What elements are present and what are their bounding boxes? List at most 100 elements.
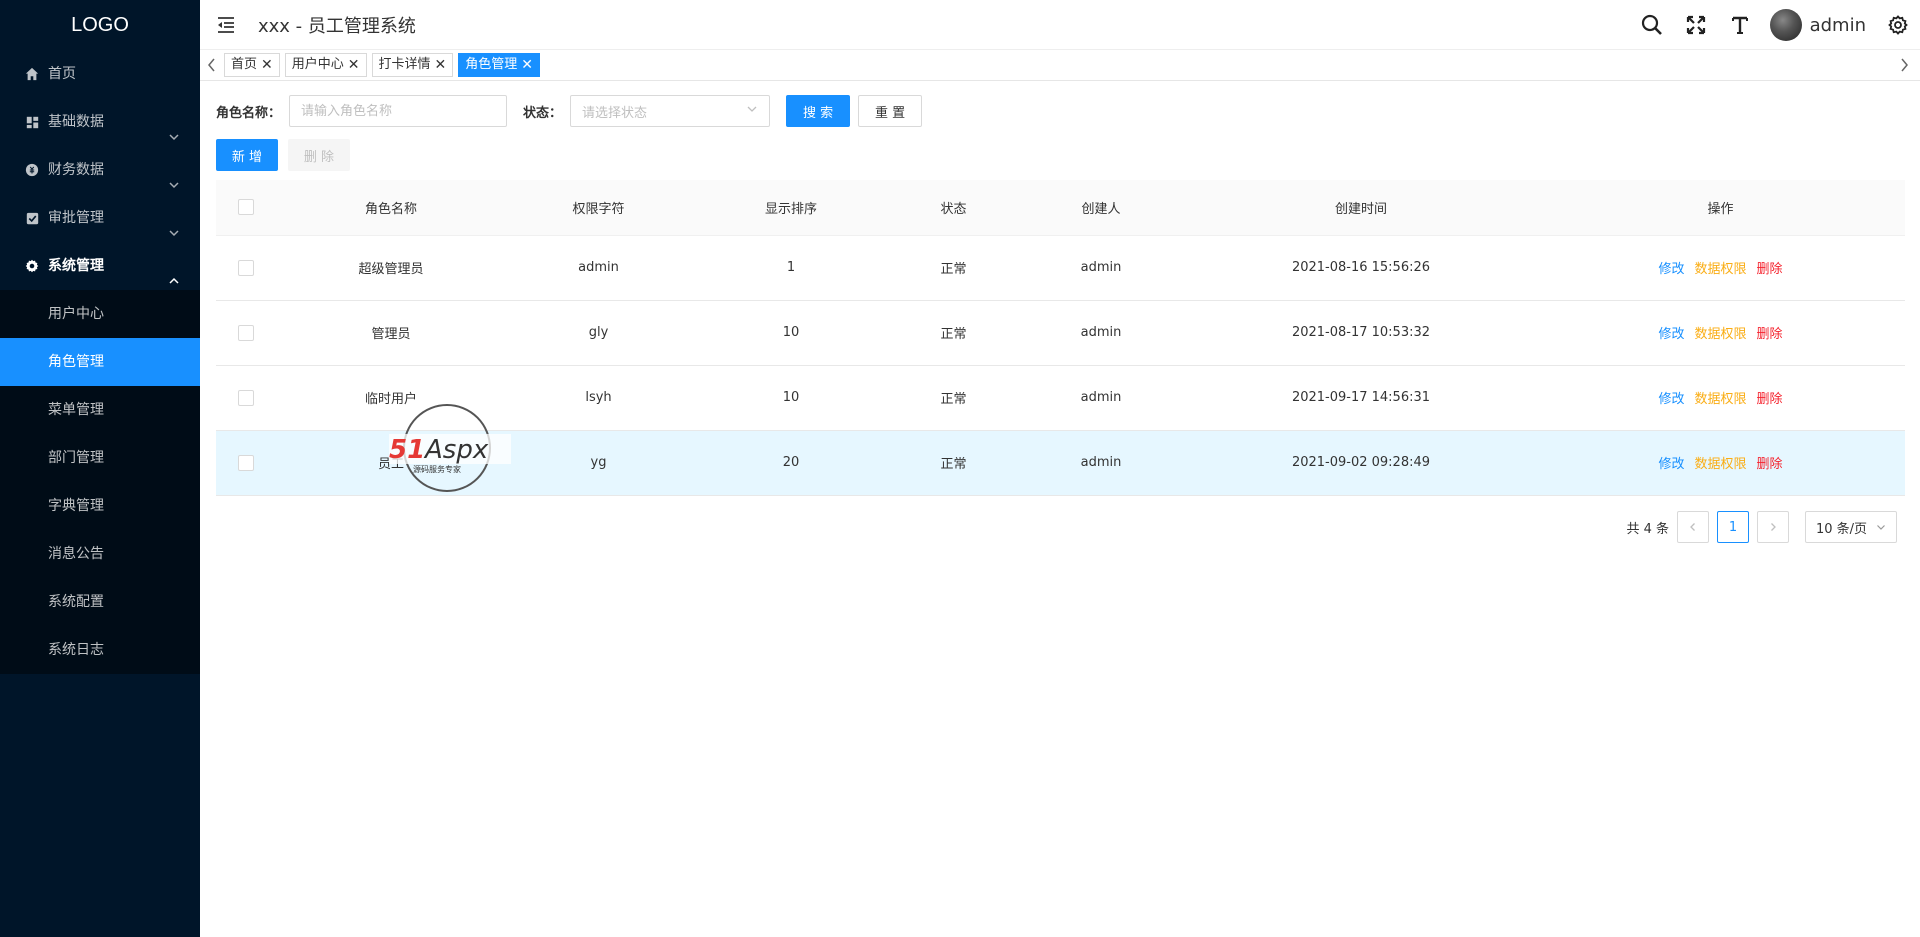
reset-button[interactable]: 重 置 (858, 95, 923, 127)
cell-status: 正常 (891, 235, 1016, 301)
close-icon[interactable]: ✕ (521, 58, 533, 72)
delete-link[interactable]: 删除 (1757, 262, 1783, 277)
select-all-checkbox[interactable] (238, 199, 254, 216)
data-permission-link[interactable]: 数据权限 (1694, 262, 1746, 277)
menu-fold-icon[interactable] (214, 13, 238, 37)
cell-created-time: 2021-09-02 09:28:49 (1186, 430, 1536, 496)
tag-label: 角色管理 (465, 57, 518, 72)
delete-button[interactable]: 删 除 (288, 139, 350, 171)
close-icon[interactable]: ✕ (435, 58, 447, 72)
action-toolbar: 新 增 删 除 (216, 139, 350, 171)
data-permission-link[interactable]: 数据权限 (1694, 392, 1746, 407)
data-permission-link[interactable]: 数据权限 (1694, 327, 1746, 342)
sidebar-item-finance[interactable]: 财务数据 (0, 146, 200, 194)
home-icon (24, 66, 40, 82)
sidebar-item-dictionary[interactable]: 字典管理 (0, 482, 200, 530)
pagination: 共 4 条 1 10 条/页 (1626, 511, 1897, 543)
row-checkbox[interactable] (238, 259, 254, 276)
cell-role-name: 员工 (276, 430, 506, 496)
cell-role-key: lsyh (506, 365, 691, 431)
delete-link[interactable]: 删除 (1757, 327, 1783, 342)
column-header: 角色名称 (276, 180, 506, 236)
edit-link[interactable]: 修改 (1658, 262, 1684, 277)
search-icon[interactable] (1640, 13, 1664, 37)
cell-status: 正常 (891, 430, 1016, 496)
tag-label: 打卡详情 (378, 57, 431, 72)
add-button[interactable]: 新 增 (216, 139, 278, 171)
status-select[interactable]: 请选择状态 (570, 95, 771, 127)
gear-icon[interactable] (1886, 13, 1910, 37)
table-header-row: 角色名称 权限字符 显示排序 状态 创建人 创建时间 操作 (216, 180, 1905, 236)
sidebar-item-department[interactable]: 部门管理 (0, 434, 200, 482)
role-name-input[interactable] (289, 95, 508, 127)
table-row: 临时用户 lsyh 10 正常 admin 2021-09-17 14:56:3… (216, 365, 1905, 431)
chevron-left-icon[interactable] (200, 53, 224, 77)
fullscreen-icon[interactable] (1684, 13, 1708, 37)
sidebar-item-basic-data[interactable]: 基础数据 (0, 98, 200, 146)
row-select-cell (216, 365, 276, 431)
sidebar-item-system-log[interactable]: 系统日志 (0, 626, 200, 674)
tag-clock-detail[interactable]: 打卡详情 ✕ (371, 53, 454, 77)
search-button[interactable]: 搜 索 (786, 95, 851, 127)
cell-created-time: 2021-08-16 15:56:26 (1186, 235, 1536, 301)
table-row: 员工 yg 20 正常 admin 2021-09-02 09:28:49 修改… (216, 430, 1905, 496)
sidebar-item-label: 菜单管理 (48, 402, 104, 418)
sidebar-item-user-center[interactable]: 用户中心 (0, 290, 200, 338)
column-header: 状态 (891, 180, 1016, 236)
chevron-down-icon (168, 115, 182, 141)
chevron-down-icon (168, 163, 182, 189)
user-menu[interactable]: admin (1769, 9, 1866, 41)
sidebar-item-label: 系统管理 (48, 258, 104, 274)
checkbox-icon (24, 210, 40, 226)
sidebar-item-system-config[interactable]: 系统配置 (0, 578, 200, 626)
tag-home[interactable]: 首页 ✕ (224, 53, 280, 77)
cell-operations: 修改 数据权限 删除 (1536, 235, 1905, 301)
delete-link[interactable]: 删除 (1757, 392, 1783, 407)
sidebar-item-menu-management[interactable]: 菜单管理 (0, 386, 200, 434)
row-checkbox[interactable] (238, 324, 254, 341)
delete-link[interactable]: 删除 (1757, 457, 1783, 472)
font-size-icon[interactable] (1728, 13, 1752, 37)
edit-link[interactable]: 修改 (1658, 457, 1684, 472)
column-header: 权限字符 (506, 180, 691, 236)
sidebar-item-system[interactable]: 系统管理 (0, 242, 200, 290)
sidebar-item-role-management[interactable]: 角色管理 (0, 338, 200, 386)
edit-link[interactable]: 修改 (1658, 327, 1684, 342)
sidebar-item-notices[interactable]: 消息公告 (0, 530, 200, 578)
logo: LOGO (71, 14, 129, 36)
app-title: xxx - 员工管理系统 (258, 15, 416, 37)
sidebar-item-label: 系统配置 (48, 594, 104, 610)
row-checkbox[interactable] (238, 389, 254, 406)
gear-icon (24, 258, 40, 274)
next-page-button[interactable] (1757, 511, 1789, 543)
sidebar-item-label: 部门管理 (48, 450, 104, 466)
cell-sort: 1 (691, 235, 891, 301)
edit-link[interactable]: 修改 (1658, 392, 1684, 407)
coin-icon (24, 162, 40, 178)
close-icon[interactable]: ✕ (348, 58, 360, 72)
row-checkbox[interactable] (238, 454, 254, 471)
status-placeholder: 请选择状态 (582, 105, 648, 121)
tag-user-center[interactable]: 用户中心 ✕ (284, 53, 367, 77)
cell-role-name: 超级管理员 (276, 235, 506, 301)
sidebar-item-label: 财务数据 (48, 162, 104, 178)
page-button[interactable]: 1 (1717, 511, 1749, 543)
data-permission-link[interactable]: 数据权限 (1694, 457, 1746, 472)
page-size-select[interactable]: 10 条/页 (1805, 511, 1897, 543)
sidebar-item-approval[interactable]: 审批管理 (0, 194, 200, 242)
row-select-cell (216, 235, 276, 301)
close-icon[interactable]: ✕ (261, 58, 273, 72)
sidebar-item-home[interactable]: 首页 (0, 50, 200, 98)
chevron-right-icon[interactable] (1892, 53, 1916, 77)
avatar (1769, 9, 1802, 41)
cell-operations: 修改 数据权限 删除 (1536, 430, 1905, 496)
cell-sort: 10 (691, 365, 891, 431)
column-header: 操作 (1536, 180, 1905, 236)
tag-role-management[interactable]: 角色管理 ✕ (458, 53, 540, 77)
cell-created-time: 2021-08-17 10:53:32 (1186, 300, 1536, 366)
chevron-down-icon (168, 211, 182, 237)
cell-creator: admin (1016, 300, 1186, 366)
cell-creator: admin (1016, 430, 1186, 496)
cell-role-name: 临时用户 (276, 365, 506, 431)
prev-page-button[interactable] (1677, 511, 1709, 543)
